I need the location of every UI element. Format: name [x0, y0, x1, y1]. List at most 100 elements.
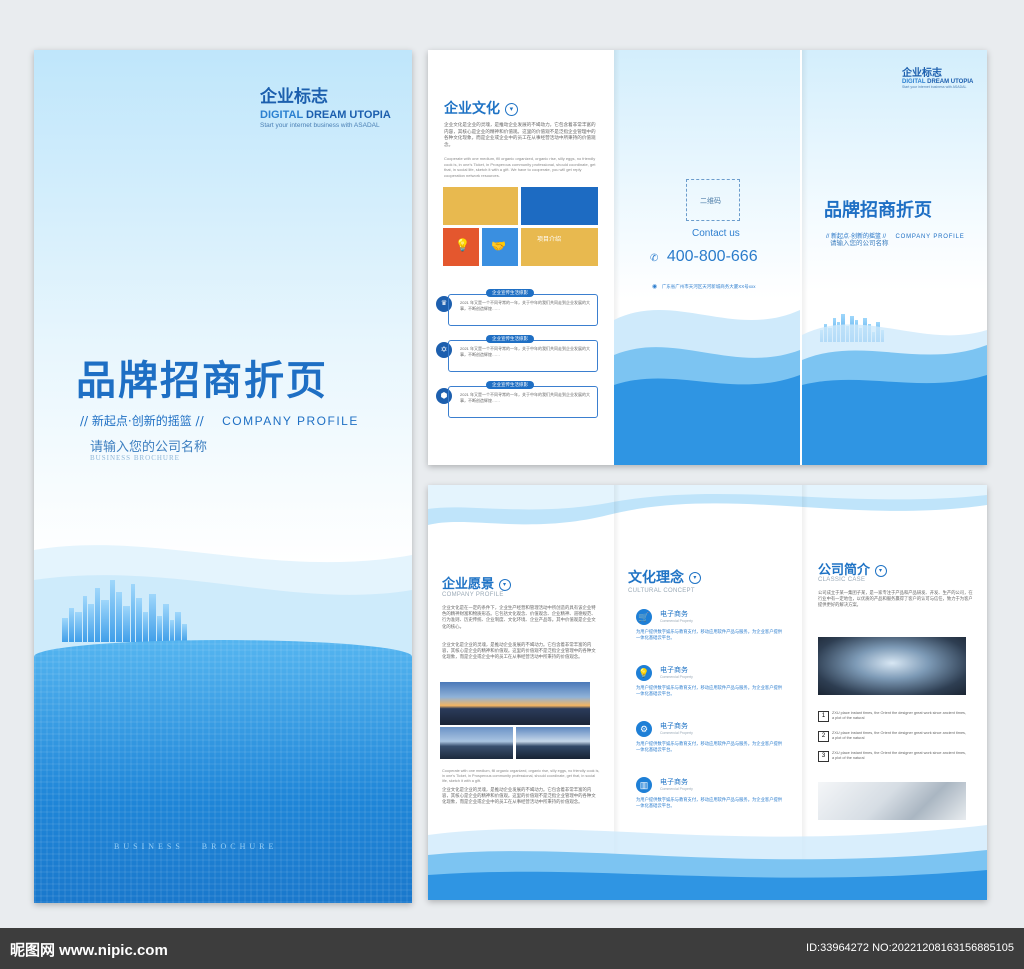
lightbulb-icon: 💡 — [455, 238, 470, 252]
concept-item: 🛒 电子商务 Commercial Property 为用户提供数字娱乐与教育支… — [636, 607, 786, 657]
concept-item-en: Commercial Property — [660, 619, 693, 623]
concept-subtitle: CULTURAL CONCEPT — [628, 588, 695, 594]
timeline-text: 2021 年又是一个不同寻常的一年，关于中年的我们共同走到企业发展的大事，不断创… — [460, 346, 591, 357]
vision-p3: 企业文化是企业的灵魂，是推动企业发展的不竭动力。它包含着非常丰富的内容，其核心是… — [442, 787, 596, 805]
cover-footer-en: BUSINESS BROCHURE — [114, 842, 278, 851]
back-company-name: 请输入您的公司名称 — [830, 239, 889, 247]
gear-icon: ⚙ — [636, 721, 652, 737]
vision-photo-right — [516, 727, 590, 759]
cover-company-profile: COMPANY PROFILE — [222, 414, 359, 428]
vision-title: 企业愿景 ▾ — [442, 573, 511, 592]
contact-panel: 二维码 Contact us ✆ 400-800-666 ◉ 广东省广州市天河区… — [614, 50, 800, 465]
list-number: 1 — [818, 711, 829, 722]
list-text: ZXU place instant times, the Orient the … — [832, 751, 967, 760]
culture-panel: 企业文化 ▾ 企业文化是企业的灵魂，是推动企业发展的不竭动力。它包含着非常丰富的… — [428, 50, 612, 465]
concept-item: ⚙ 电子商务 Commercial Property 为用户提供数字娱乐与教育支… — [636, 719, 786, 769]
qr-code-box: 二维码 — [686, 179, 740, 221]
list-text: ZXU place instant times, the Orient the … — [832, 731, 967, 740]
concept-item-en: Commercial Property — [660, 731, 693, 735]
timeline-text: 2021 年又是一个不同寻常的一年，关于中年的我们共同走到企业发展的大事，不断创… — [460, 300, 591, 311]
timeline-label: 企业宣传生活掠影 — [486, 381, 534, 389]
cover-brochure-en: BUSINESS BROCHURE — [90, 454, 180, 462]
watermark-id: ID:33964272 NO:20221208163156885105 — [806, 942, 1014, 954]
watermark-site: 昵图网 www.nipic.com — [10, 942, 168, 959]
timeline-text: 2021 年又是一个不同寻常的一年，关于中年的我们共同走到企业发展的大事，不断创… — [460, 392, 591, 403]
cover-slogan-row: // 新起点·创新的摇篮 // COMPANY PROFILE — [80, 412, 359, 430]
concept-item-en: Commercial Property — [660, 675, 693, 679]
intro-title: 公司简介 ▾ — [818, 559, 887, 578]
tile-blue — [521, 187, 598, 225]
handshake-icon: 🤝 — [491, 239, 506, 253]
cover-company-name: 请输入您的公司名称 — [90, 440, 208, 455]
list-number: 3 — [818, 751, 829, 762]
culture-title: 企业文化 ▾ — [444, 98, 518, 118]
tile-handshake: 🤝 — [482, 228, 518, 266]
concept-item-text: 为用户提供数字娱乐与教育支付，移动应用软件产品与服务。为企业客户提供一体化基础云… — [636, 629, 783, 640]
timeline: ♛ 企业宣传生活掠影 2021 年又是一个不同寻常的一年，关于中年的我们共同走到… — [436, 288, 601, 426]
concept-title: 文化理念 ▾ — [628, 567, 701, 587]
vision-subtitle: COMPANY PROFILE — [442, 592, 504, 598]
cover-logo-cn: 企业标志 — [260, 87, 328, 107]
vision-photo-main — [440, 682, 590, 725]
cover-slogan: // 新起点·创新的摇篮 // — [80, 414, 204, 428]
timeline-label: 企业宣传生活掠影 — [486, 335, 534, 343]
tile-yellow — [443, 187, 518, 225]
trifold-outside: 企业文化 ▾ 企业文化是企业的灵魂，是推动企业发展的不竭动力。它包含着非常丰富的… — [428, 50, 987, 465]
concept-item-title: 电子商务 — [660, 667, 688, 674]
vision-p1: 企业文化是在一定的条件下，企业生产经营和管理活动中所创造的具有该企业特色的精神财… — [442, 605, 596, 629]
concept-item-text: 为用户提供数字娱乐与教育支付，移动应用软件产品与服务。为企业客户提供一体化基础云… — [636, 685, 783, 696]
tiles-grid: 💡 🤝 项目介绍 — [443, 187, 598, 267]
list-text: ZXU place instant times, the Orient the … — [832, 711, 967, 720]
cover-panel: 企业标志 DIGITAL DREAM UTOPIA Start your int… — [34, 50, 412, 903]
cover-logo-tagline: Start your internet business with ASADAL — [260, 122, 380, 129]
cover-city-skyline — [62, 572, 187, 642]
concept-item-text: 为用户提供数字娱乐与教育支付，移动应用软件产品与服务。为企业客户提供一体化基础云… — [636, 797, 783, 808]
cover-blue-base — [34, 640, 412, 903]
list-item: 1 ZXU place instant times, the Orient th… — [818, 711, 968, 731]
concept-item-title: 电子商务 — [660, 611, 688, 618]
back-logo-cn: 企业标志 — [902, 68, 942, 79]
watermark-bar: 昵图网 www.nipic.com ID:33964272 NO:2022120… — [0, 928, 1024, 969]
tile-project: 项目介绍 — [521, 228, 598, 266]
phone-icon: ✆ — [650, 253, 659, 264]
concept-item-title: 电子商务 — [660, 779, 688, 786]
trifold-inside: 企业愿景 ▾ COMPANY PROFILE 企业文化是在一定的条件下，企业生产… — [428, 485, 987, 900]
cart-icon: 🛒 — [636, 609, 652, 625]
culture-intro: 企业文化是企业的灵魂，是推动企业发展的不竭动力。它包含着非常丰富的内容，其核心是… — [444, 122, 596, 147]
list-item: 3 ZXU place instant times, the Orient th… — [818, 751, 968, 771]
lightbulb-icon: 💡 — [636, 665, 652, 681]
chevron-down-icon: ▾ — [504, 102, 518, 116]
qr-label: 二维码 — [700, 198, 721, 205]
chart-icon: ▥ — [636, 777, 652, 793]
concept-item-title: 电子商务 — [660, 723, 688, 730]
intro-list: 1 ZXU place instant times, the Orient th… — [818, 711, 968, 771]
phone-row: ✆ 400-800-666 — [650, 248, 758, 266]
culture-intro-en: Cooperate with one medium, fill organic … — [444, 156, 596, 178]
timeline-item: ♛ 企业宣传生活掠影 2021 年又是一个不同寻常的一年，关于中年的我们共同走到… — [436, 288, 601, 334]
cover-logo-en: DIGITAL DREAM UTOPIA — [260, 109, 391, 121]
back-cover-panel: 企业标志 DIGITAL DREAM UTOPIA Start your int… — [802, 50, 987, 465]
vision-en: Cooperate with one medium, fill organic … — [442, 769, 600, 784]
inside-bottom-waves — [428, 825, 987, 900]
intro-subtitle: CLASSIC CASE — [818, 577, 866, 583]
timeline-label: 企业宣传生活掠影 — [486, 289, 534, 297]
concept-item-en: Commercial Property — [660, 787, 693, 791]
back-logo: 企业标志 DIGITAL DREAM UTOPIA Start your int… — [902, 64, 986, 89]
list-number: 2 — [818, 731, 829, 742]
back-company-profile: COMPANY PROFILE — [895, 234, 965, 240]
phone-number: 400-800-666 — [666, 248, 758, 265]
list-item: 2 ZXU place instant times, the Orient th… — [818, 731, 968, 751]
concept-item-text: 为用户提供数字娱乐与教育支付，移动应用软件产品与服务。为企业客户提供一体化基础云… — [636, 741, 783, 752]
concept-item: 💡 电子商务 Commercial Property 为用户提供数字娱乐与教育支… — [636, 663, 786, 713]
tile-red: 💡 — [443, 228, 479, 266]
intro-photo-tech — [818, 637, 966, 695]
intro-text: 公司成立于某一集团子某，是一家专注于产品和产品研发、开发、生产的公司，在行业中有… — [818, 590, 973, 607]
timeline-item: ⬢ 企业宣传生活掠影 2021 年又是一个不同寻常的一年，关于中年的我们共同走到… — [436, 380, 601, 426]
contact-waves — [614, 310, 800, 465]
back-waves — [802, 324, 987, 465]
tile-project-text: 项目介绍 — [537, 237, 562, 243]
back-title: 品牌招商折页 — [824, 200, 932, 221]
vision-photo-left — [440, 727, 513, 759]
contact-us: Contact us — [692, 228, 740, 239]
vision-p2: 企业文化是企业的灵魂，是推动企业发展的不竭动力。它包含着非常丰富的内容，其核心是… — [442, 642, 596, 660]
